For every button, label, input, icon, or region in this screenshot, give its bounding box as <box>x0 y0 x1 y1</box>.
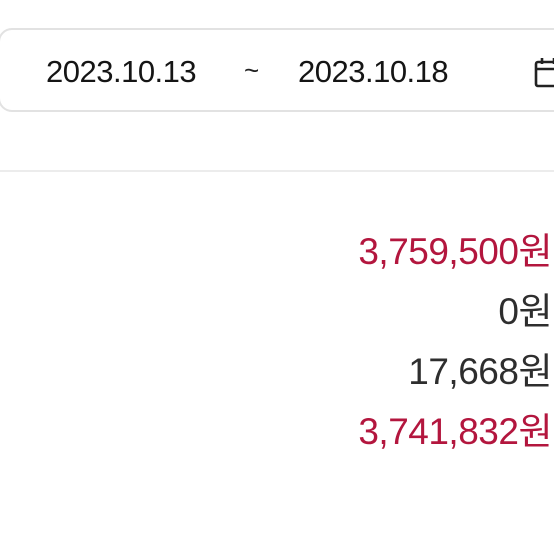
amount-total-sales: 3,759,500원 <box>358 231 552 272</box>
amount-summary: 3,759,500원 0원 17,668원 3,741,832원 <box>32 222 552 462</box>
calendar-icon[interactable] <box>534 57 554 89</box>
start-date[interactable]: 2023.10.13 <box>46 30 197 114</box>
page: 2023.10.13 ~ 2023.10.18 3,759,500원 0원 17… <box>0 0 554 554</box>
end-date[interactable]: 2023.10.18 <box>298 30 449 114</box>
amount-row-2: 0원 <box>498 291 552 332</box>
section-divider <box>0 170 554 172</box>
date-range-picker[interactable]: 2023.10.13 ~ 2023.10.18 <box>0 28 554 112</box>
amount-net-total: 3,741,832원 <box>358 411 552 452</box>
amount-row-3: 17,668원 <box>408 351 552 392</box>
date-separator: ~ <box>244 55 260 85</box>
